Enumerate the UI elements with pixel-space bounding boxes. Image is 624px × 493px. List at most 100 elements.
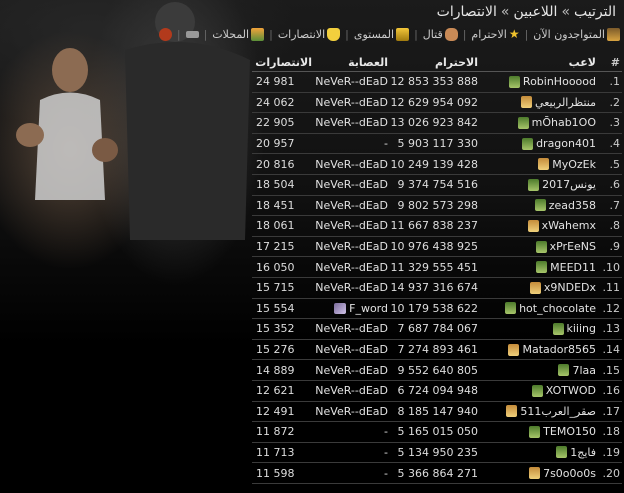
gang-cell: - [314, 467, 390, 480]
respect-cell: 6 724 094 948 [397, 384, 478, 398]
player-link[interactable]: xPrEeNS [550, 240, 596, 253]
player-avatar-icon [522, 137, 534, 150]
player-link[interactable]: mŌhab1OO [532, 116, 596, 129]
menu-online-now[interactable]: المتواجدون الآن [533, 28, 620, 41]
rank-cell: 16. [602, 384, 621, 398]
menu-label: الاحترام [471, 28, 507, 41]
bomb-icon [158, 28, 172, 41]
menu-divider: | [462, 28, 467, 41]
player-cell: منتظرالربيعي [482, 96, 600, 109]
trophy-icon [327, 28, 341, 41]
player-cell: MyOzEk [482, 158, 600, 171]
player-cell: 7s0o0o0s [482, 467, 600, 480]
menu-shops[interactable]: المحلات [212, 28, 265, 41]
gang-link[interactable]: NeVeR--dEaD [315, 405, 388, 418]
header-wins[interactable]: الانتصارات [254, 56, 314, 69]
gun-icon [185, 31, 199, 38]
header-respect[interactable]: الاحترام [390, 56, 482, 69]
gang-link[interactable]: NeVeR--dEaD [315, 261, 388, 274]
gang-link[interactable]: NeVeR--dEaD [315, 199, 388, 212]
menu-label: المستوى [353, 28, 395, 41]
table-row: 15. 7laa 9 552 640 805 NeVeR--dEaD 14 889 [252, 360, 622, 381]
player-link[interactable]: zead358 [549, 199, 596, 212]
table-row: 9. xPrEeNS 10 976 438 925 NeVeR--dEaD 17 215 [252, 237, 622, 258]
header-rank: # [610, 56, 620, 69]
header-gang[interactable]: العصابة [314, 56, 390, 69]
menu-fight[interactable]: قتال [423, 28, 458, 41]
player-avatar-icon [556, 446, 568, 459]
player-link[interactable]: kiiing [567, 322, 597, 335]
wins-cell: 24 981 [256, 75, 295, 89]
player-avatar-icon [508, 343, 520, 356]
wins-cell: 11 598 [256, 466, 295, 480]
gang-cell: - [314, 446, 390, 459]
gang-link[interactable]: NeVeR--dEaD [315, 384, 388, 397]
gang-cell: NeVeR--dEaD [314, 405, 390, 418]
player-link[interactable]: dragon401 [536, 137, 596, 150]
menu-level[interactable]: المستوى [353, 28, 410, 41]
gang-link[interactable]: NeVeR--dEaD [315, 75, 388, 88]
menu-label: قتال [422, 28, 443, 41]
menu-divider: | [176, 28, 181, 41]
player-cell: mŌhab1OO [482, 116, 600, 129]
respect-cell: 9 802 573 298 [397, 198, 478, 212]
fist-icon [444, 28, 458, 41]
respect-cell: 5 165 015 050 [397, 425, 478, 439]
breadcrumb-item[interactable]: اللاعبين [513, 4, 557, 20]
rank-cell: 8. [609, 219, 621, 233]
gang-link[interactable]: NeVeR--dEaD [315, 240, 388, 253]
gang-link[interactable]: NeVeR--dEaD [315, 116, 388, 129]
gang-link[interactable]: NeVeR--dEaD [315, 364, 388, 377]
menu-label: المتواجدون الآن [533, 28, 605, 41]
gang-link[interactable]: F_word [349, 302, 388, 315]
gang-link[interactable]: NeVeR--dEaD [315, 178, 388, 191]
header-player[interactable]: لاعب [482, 56, 600, 69]
respect-cell: 5 134 950 235 [397, 445, 478, 459]
gang-link[interactable]: NeVeR--dEaD [315, 158, 388, 171]
gang-link[interactable]: NeVeR--dEaD [315, 343, 388, 356]
player-link[interactable]: يونس2017 [542, 178, 596, 191]
player-link[interactable]: 7s0o0o0s [543, 467, 596, 480]
player-link[interactable]: xWahemx [542, 219, 596, 232]
player-link[interactable]: XOTWOD [546, 384, 596, 397]
wins-cell: 15 352 [256, 322, 295, 336]
player-link[interactable]: TEMO150 [543, 425, 596, 438]
player-link[interactable]: صقر_العرب511 [520, 405, 596, 418]
player-link[interactable]: فايج1 [570, 446, 596, 459]
player-avatar-icon [552, 322, 564, 335]
player-link[interactable]: 7laa [572, 364, 596, 377]
player-link[interactable]: MyOzEk [552, 158, 596, 171]
menu-bombs[interactable] [158, 28, 172, 41]
gang-link[interactable]: NeVeR--dEaD [315, 219, 388, 232]
wins-cell: 20 816 [256, 157, 295, 171]
rank-cell: 11. [602, 281, 621, 295]
player-link[interactable]: RobinHooood [523, 75, 596, 88]
menu-divider: | [345, 28, 349, 41]
menu-weapons[interactable] [185, 31, 199, 38]
player-avatar-icon [521, 96, 533, 109]
menu-divider: | [414, 28, 418, 41]
gang-link[interactable]: NeVeR--dEaD [315, 322, 388, 335]
wins-cell: 16 050 [256, 260, 295, 274]
respect-cell: 5 366 864 271 [397, 466, 478, 480]
respect-cell: 5 903 117 330 [397, 137, 478, 151]
breadcrumb-item[interactable]: الترتيب [574, 4, 616, 20]
table-row: 14. Matador8565 7 274 893 461 NeVeR--dEaD 15… [252, 340, 622, 361]
player-link[interactable]: x9NDEDx [544, 281, 596, 294]
gang-link[interactable]: NeVeR--dEaD [315, 281, 388, 294]
player-link[interactable]: MEED11 [550, 261, 596, 274]
menu-wins[interactable]: الانتصارات [278, 28, 341, 41]
gang-cell: NeVeR--dEaD [314, 75, 390, 88]
menu-respect[interactable]: ★ الاحترام [471, 28, 519, 42]
player-link[interactable]: Matador8565 [522, 343, 596, 356]
fighter-illustration [16, 48, 118, 200]
wins-cell: 14 889 [256, 363, 295, 377]
gang-link[interactable]: NeVeR--dEaD [315, 96, 388, 109]
table-row: 1. RobinHooood 12 853 353 888 NeVeR--dEaD 24… [252, 72, 622, 93]
gang-link: - [384, 425, 388, 439]
table-row: 10. MEED11 11 329 555 451 NeVeR--dEaD 16 050 [252, 257, 622, 278]
player-link[interactable]: hot_chocolate [519, 302, 596, 315]
house-icon [607, 28, 620, 41]
player-link[interactable]: منتظرالربيعي [535, 96, 596, 109]
gang-cell: F_word [314, 302, 390, 315]
